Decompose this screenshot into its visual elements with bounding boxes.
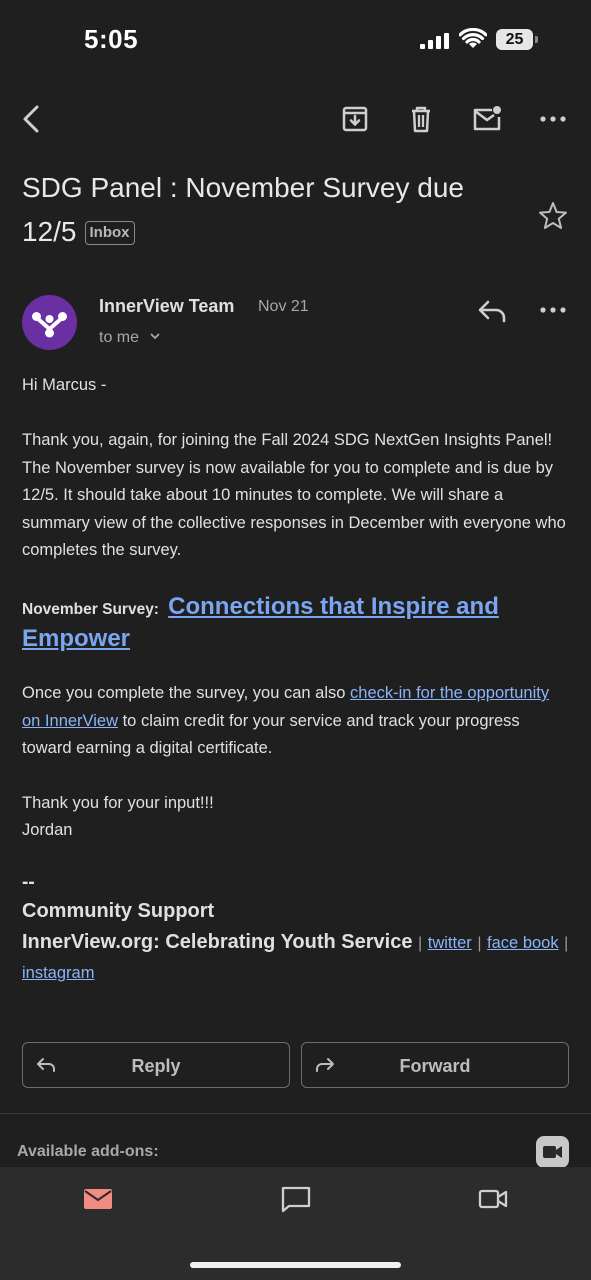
signature-tagline: InnerView.org: Celebrating Youth Service <box>22 931 413 953</box>
battery-icon: 25 <box>496 29 538 50</box>
instagram-link[interactable]: instagram <box>22 964 94 982</box>
reply-icon[interactable] <box>476 296 508 326</box>
twitter-link[interactable]: twitter <box>428 934 472 952</box>
chevron-down-icon <box>150 333 161 340</box>
reply-label: Reply <box>131 1056 181 1076</box>
sender-name[interactable]: InnerView Team <box>99 296 234 317</box>
forward-button[interactable]: Forward <box>301 1042 569 1088</box>
reply-button[interactable]: Reply <box>22 1042 290 1088</box>
addon-video-icon[interactable] <box>536 1136 569 1168</box>
signature-links: InnerView.org: Celebrating Youth Service… <box>22 928 577 987</box>
status-time: 5:05 <box>84 24 139 54</box>
back-icon[interactable] <box>16 102 50 136</box>
email-subject: SDG Panel : November Survey due 12/5 Inbo… <box>22 166 522 254</box>
separator-1: | <box>418 935 423 952</box>
body-paragraph-2: Once you complete the survey, you can al… <box>22 680 570 763</box>
more-horizontal-icon[interactable] <box>536 102 570 136</box>
cellular-signal-icon <box>420 33 450 49</box>
home-indicator <box>190 1262 401 1268</box>
separator-3: | <box>564 935 569 952</box>
star-icon[interactable] <box>537 200 569 232</box>
facebook-link[interactable]: face book <box>487 934 559 952</box>
survey-section: November Survey: Connections that Inspir… <box>22 592 570 655</box>
signature-team: Community Support <box>22 900 215 922</box>
trash-icon[interactable] <box>404 102 438 136</box>
signature-separator: -- <box>22 872 35 893</box>
mail-icon[interactable] <box>82 1185 114 1213</box>
divider <box>0 1113 591 1114</box>
body-paragraph-1: Thank you, again, for joining the Fall 2… <box>22 431 566 559</box>
message-more-icon[interactable] <box>538 300 568 320</box>
chat-icon[interactable] <box>280 1185 312 1213</box>
paragraph2-text-start: Once you complete the survey, you can al… <box>22 684 351 702</box>
video-icon[interactable] <box>477 1185 509 1213</box>
signoff-name: Jordan <box>22 821 73 839</box>
forward-label: Forward <box>399 1056 471 1076</box>
separator-2: | <box>477 935 482 952</box>
archive-icon[interactable] <box>338 102 372 136</box>
survey-label: November Survey: <box>22 601 159 618</box>
email-date: Nov 21 <box>258 298 309 315</box>
inbox-label-badge[interactable]: Inbox <box>84 221 135 245</box>
avatar[interactable] <box>22 295 77 350</box>
battery-level: 25 <box>496 29 533 50</box>
wifi-icon <box>458 27 488 50</box>
closing-line: Thank you for your input!!! <box>22 794 214 812</box>
recipient-text: to me <box>99 329 140 346</box>
recipient-details[interactable]: to me <box>99 329 161 347</box>
greeting: Hi Marcus - <box>22 376 107 394</box>
addons-label: Available add-ons: <box>17 1143 159 1160</box>
mark-unread-icon[interactable] <box>470 102 504 136</box>
innerview-logo-icon <box>32 312 67 338</box>
